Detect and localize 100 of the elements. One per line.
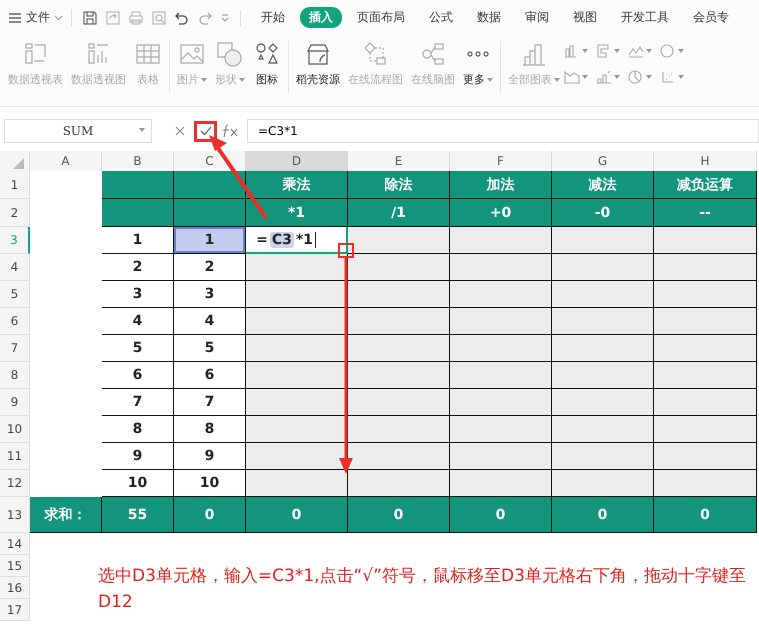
row-header[interactable]: 17 — [0, 599, 30, 621]
column-header[interactable]: A — [30, 151, 102, 171]
area-chart-icon[interactable] — [564, 69, 580, 85]
name-box[interactable]: SUM — [4, 119, 152, 143]
ribbon-tab[interactable]: 审阅 — [516, 7, 558, 28]
caret-icon — [614, 75, 620, 79]
undo-icon[interactable] — [174, 10, 190, 26]
print-icon[interactable] — [128, 10, 144, 26]
row-header[interactable]: 5 — [0, 281, 30, 308]
table-cell: 8 — [174, 416, 246, 443]
caret-icon — [582, 49, 588, 53]
ribbon-tab[interactable]: 开发工具 — [612, 7, 678, 28]
row-header[interactable]: 10 — [0, 416, 30, 443]
dropdown-icon[interactable] — [220, 12, 230, 22]
table-cell: -- — [654, 199, 757, 227]
table-cell: 6 — [102, 362, 174, 389]
table-cell: 8 — [102, 416, 174, 443]
table-cell: 5 — [174, 335, 246, 362]
row-header[interactable]: 4 — [0, 254, 30, 281]
ribbon-tab[interactable]: 页面布局 — [348, 7, 414, 28]
function-icon[interactable] — [221, 123, 239, 139]
row-header[interactable]: 2 — [0, 199, 30, 227]
ribbon-tab[interactable]: 开始 — [252, 7, 294, 28]
row-header[interactable]: 12 — [0, 470, 30, 497]
ribbon-tab[interactable]: 公式 — [420, 7, 462, 28]
table-cell: +0 — [450, 199, 552, 227]
table-cell: 0 — [450, 497, 552, 533]
table-cell: 6 — [174, 362, 246, 389]
row-header[interactable]: 13 — [0, 497, 30, 533]
table-cell: 减法 — [552, 171, 654, 199]
save-icon[interactable] — [82, 10, 98, 26]
formula-input[interactable]: =C3*1 — [247, 119, 759, 143]
table-cell: 5 — [102, 335, 174, 362]
chevron-icon — [54, 14, 63, 20]
row-header[interactable]: 6 — [0, 308, 30, 335]
column-header[interactable]: G — [552, 151, 654, 171]
table-cell: 3 — [174, 281, 246, 308]
column-header[interactable]: H — [654, 151, 757, 171]
row-header[interactable]: 11 — [0, 443, 30, 470]
caret-icon — [678, 49, 684, 53]
ribbon-button[interactable]: 稻壳资源 — [296, 72, 340, 87]
table-cell: 求和： — [30, 497, 102, 533]
more-icon — [467, 51, 489, 57]
caret-icon — [582, 75, 588, 79]
table-cell: 除法 — [348, 171, 450, 199]
ribbon-tab[interactable]: 会员专 — [684, 7, 738, 28]
table-cell: -0 — [552, 199, 654, 227]
column-header[interactable]: C — [174, 151, 246, 171]
row-header[interactable]: 15 — [0, 555, 30, 577]
table-cell: 0 — [246, 497, 348, 533]
row-header[interactable]: 7 — [0, 335, 30, 362]
export-icon[interactable] — [105, 10, 121, 26]
table-cell: 0 — [654, 497, 757, 533]
table-cell: 4 — [174, 308, 246, 335]
table-cell: 加法 — [450, 171, 552, 199]
table-cell: 4 — [102, 308, 174, 335]
triangle-icon — [13, 158, 24, 168]
circle-icon[interactable] — [660, 43, 676, 59]
close-icon[interactable] — [174, 125, 186, 137]
table-cell: /1 — [348, 199, 450, 227]
scatter-chart-icon[interactable] — [660, 69, 676, 85]
fill-handle-highlight — [338, 243, 354, 258]
table-cell: 7 — [102, 389, 174, 416]
select-all-corner[interactable] — [0, 151, 30, 171]
table-cell: 减负运算 — [654, 171, 757, 199]
ribbon-tab[interactable]: 数据 — [468, 7, 510, 28]
table-cell: 1 — [102, 227, 174, 254]
combo-chart-icon[interactable] — [596, 69, 612, 85]
row-header[interactable]: 9 — [0, 389, 30, 416]
table-cell: 2 — [102, 254, 174, 281]
table-cell: 0 — [348, 497, 450, 533]
caret-icon — [646, 75, 652, 79]
table-cell: 55 — [102, 497, 174, 533]
ribbon-button[interactable]: 更多 — [463, 72, 485, 87]
ribbon-tab[interactable]: 视图 — [564, 7, 606, 28]
table-cell: 0 — [174, 497, 246, 533]
caret-icon — [678, 75, 684, 79]
check-icon — [200, 126, 212, 136]
row-header[interactable]: 16 — [0, 577, 30, 599]
table-cell: 乘法 — [246, 171, 348, 199]
column-header[interactable]: D — [246, 151, 348, 171]
column-header[interactable]: F — [450, 151, 552, 171]
redo-icon[interactable] — [197, 10, 213, 26]
ribbon-button[interactable]: 图标 — [256, 72, 278, 87]
row-header[interactable]: 1 — [0, 171, 30, 199]
row-header[interactable]: 14 — [0, 533, 30, 555]
table-cell: 10 — [174, 470, 246, 497]
table-cell: 10 — [102, 470, 174, 497]
table-cell: 9 — [102, 443, 174, 470]
column-header[interactable]: E — [348, 151, 450, 171]
row-header[interactable]: 8 — [0, 362, 30, 389]
file-menu[interactable]: 文件 — [26, 9, 50, 26]
menu-icon[interactable] — [8, 12, 22, 24]
shapes-icon — [216, 41, 244, 67]
preview-icon[interactable] — [151, 10, 167, 26]
table-cell: 3 — [102, 281, 174, 308]
caret-icon — [614, 49, 620, 53]
table-cell: 1 — [174, 227, 246, 254]
column-header[interactable]: B — [102, 151, 174, 171]
pie-chart-icon[interactable] — [628, 69, 644, 85]
